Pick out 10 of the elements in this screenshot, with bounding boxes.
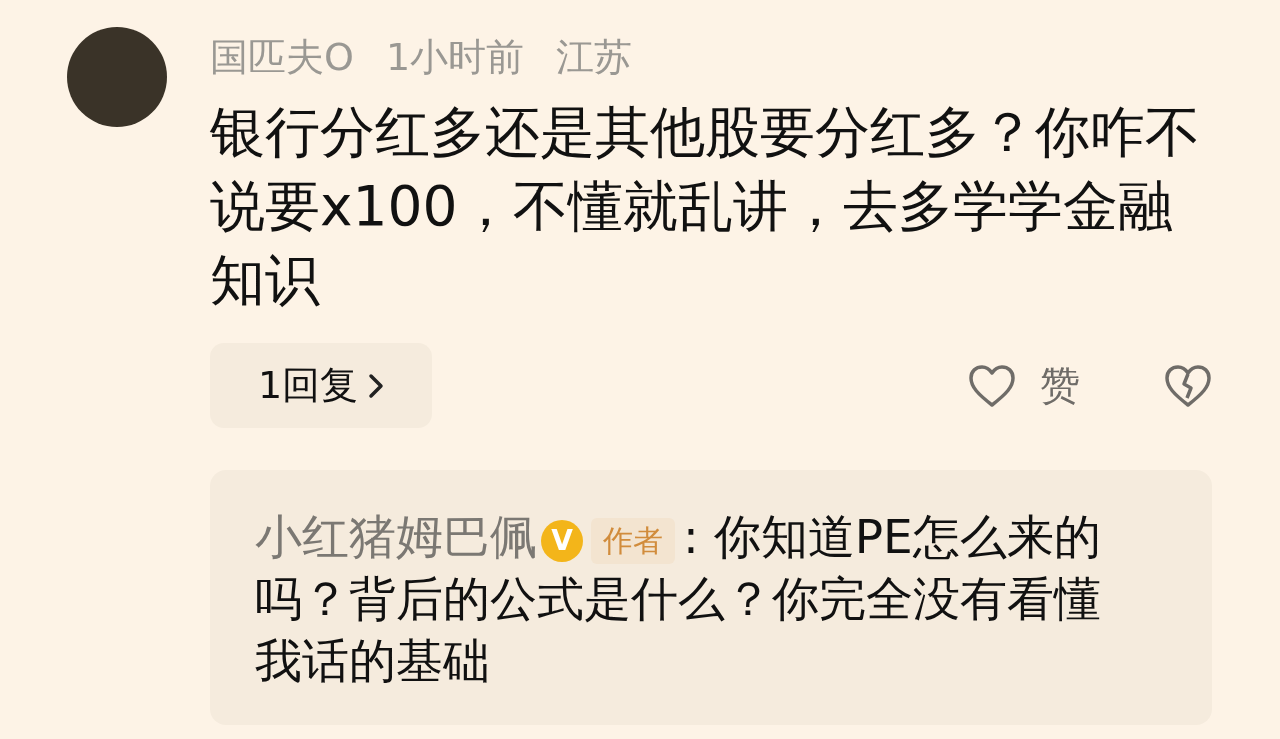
comment-text: 银行分红多还是其他股要分红多？你咋不说要x100，不懂就乱讲，去多学学金融知识	[210, 99, 1201, 314]
location: 江苏	[556, 34, 633, 81]
like-label[interactable]: 赞	[1040, 358, 1080, 413]
reply-text: 小红猪姆巴佩 V 作者 : 你知道PE怎么来的吗？背后的公式是什么？你完全没有看懂我话的基础	[255, 508, 1102, 690]
heart-icon[interactable]	[968, 363, 1016, 408]
reply-preview-card[interactable]: 小红猪姆巴佩 V 作者 : 你知道PE怎么来的吗？背后的公式是什么？你完全没有看懂我话的基础	[210, 470, 1212, 725]
broken-heart-icon[interactable]	[1164, 363, 1212, 408]
replies-button[interactable]: 1回复	[210, 343, 432, 428]
chevron-right-icon	[368, 372, 385, 399]
post-time: 1小时前	[385, 34, 525, 81]
